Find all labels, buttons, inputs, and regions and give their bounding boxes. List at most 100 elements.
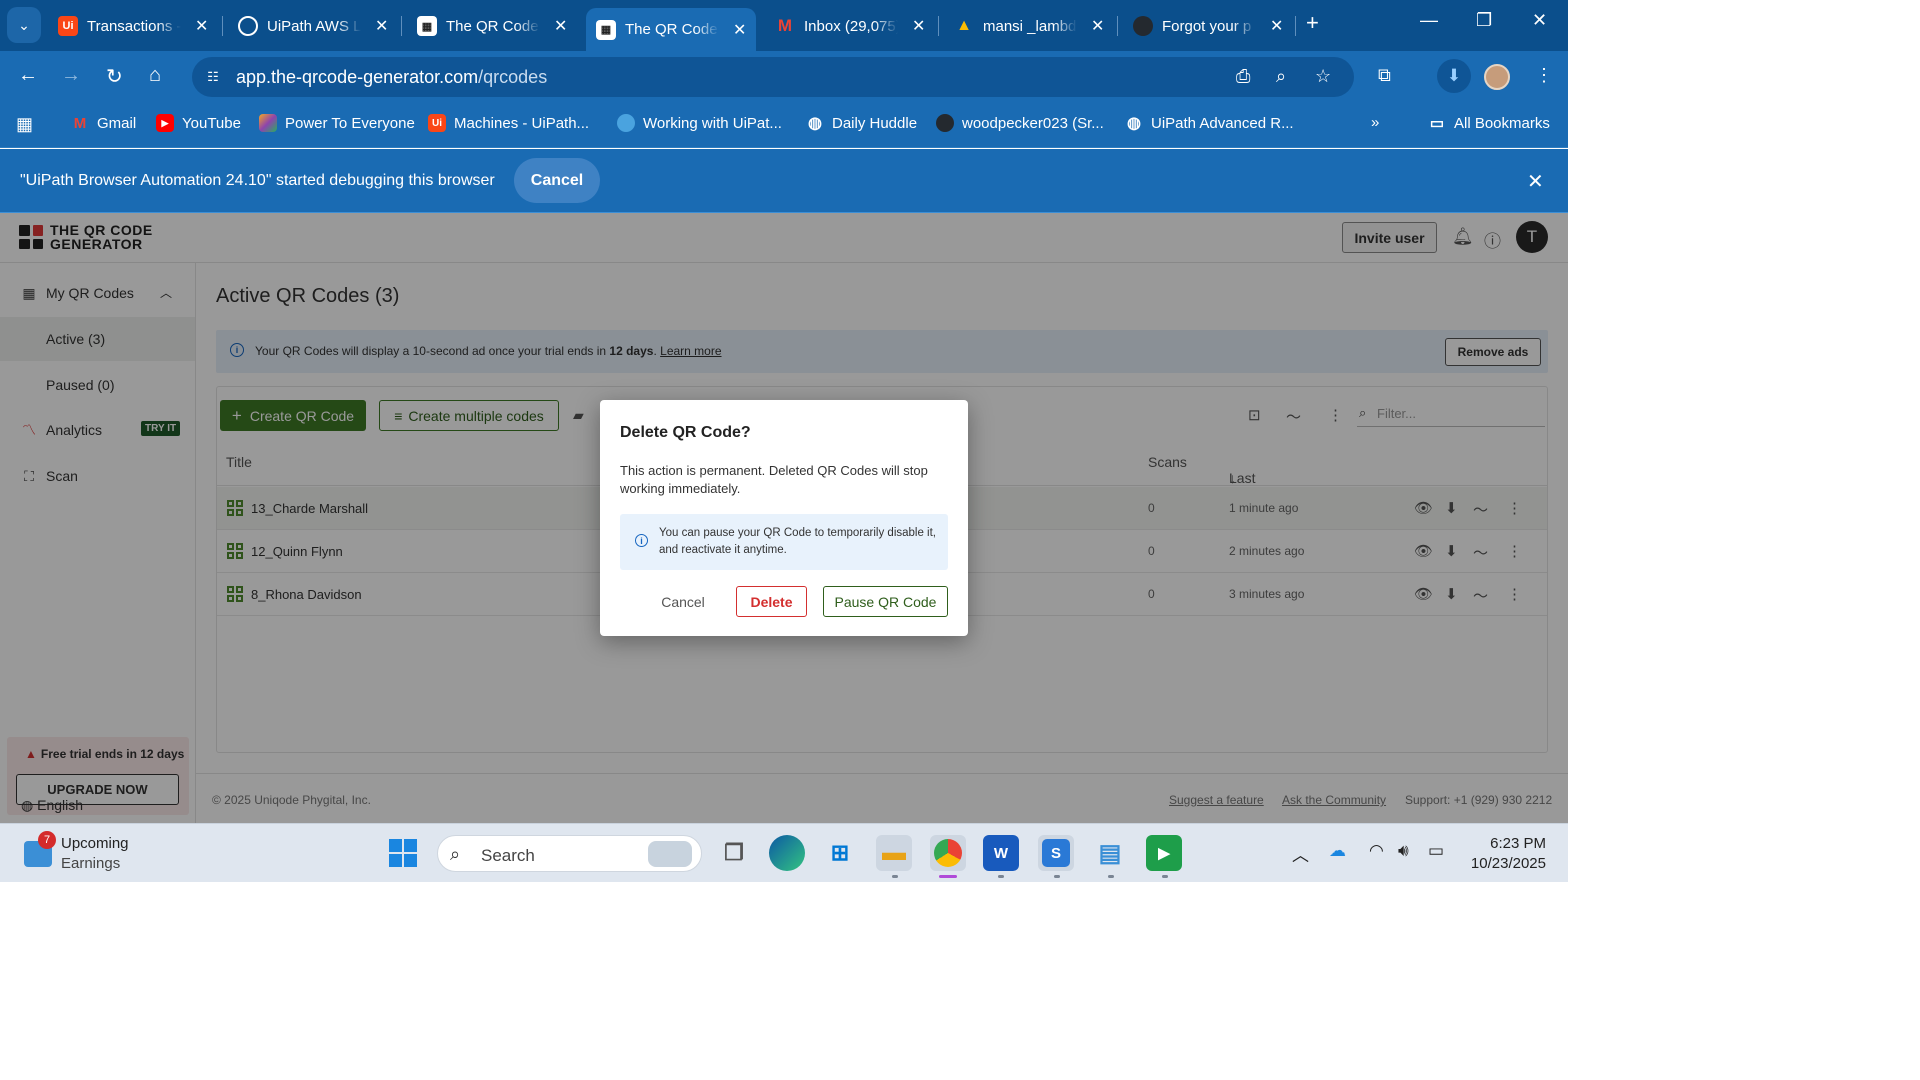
- bookmark-daily-huddle[interactable]: ◍ Daily Huddle: [806, 114, 917, 133]
- close-tab-icon[interactable]: ✕: [554, 16, 567, 36]
- widget-line-2: Earnings: [61, 855, 121, 872]
- more-bookmarks-chevron-icon[interactable]: »: [1371, 114, 1379, 131]
- tab-transactions[interactable]: Ui Transactions - ✕: [58, 8, 208, 44]
- tab-title: The QR Code G: [625, 21, 719, 38]
- tab-title: Inbox (29,075): [804, 17, 898, 35]
- chrome-icon[interactable]: [930, 835, 966, 871]
- windows-start-icon[interactable]: [389, 839, 417, 867]
- bookmarks-bar: ▦ M Gmail ▶ YouTube Power To Everyone Ui Ma…: [0, 103, 1568, 148]
- zoom-icon[interactable]: ⌕: [1276, 66, 1286, 87]
- bookmark-power[interactable]: Power To Everyone: [259, 114, 415, 132]
- notepad-icon[interactable]: ▤: [1092, 835, 1128, 871]
- running-indicator: [1108, 875, 1114, 878]
- running-indicator: [892, 875, 898, 878]
- power-icon: [259, 114, 277, 132]
- back-arrow-icon[interactable]: ←: [18, 64, 38, 87]
- new-tab-plus-icon[interactable]: +: [1306, 10, 1319, 36]
- bookmark-label: Working with UiPat...: [643, 114, 782, 132]
- bookmark-uipath-advanced[interactable]: ◍ UiPath Advanced R...: [1125, 114, 1294, 133]
- close-window-icon[interactable]: ✕: [1532, 10, 1547, 31]
- menu-kebab-icon[interactable]: ⋮: [1535, 65, 1553, 86]
- battery-icon[interactable]: ▭: [1428, 841, 1444, 861]
- url-path: /qrcodes: [478, 67, 548, 87]
- dialog-cancel-button[interactable]: Cancel: [650, 586, 716, 617]
- qrcode-icon: ▦: [417, 16, 437, 36]
- gmail-icon: M: [73, 114, 87, 132]
- close-tab-icon[interactable]: ✕: [375, 16, 388, 36]
- system-clock[interactable]: 6:23 PM 10/23/2025: [1466, 834, 1546, 874]
- tab-title: mansi _lambda: [983, 17, 1077, 35]
- tab-uipath-aws[interactable]: UiPath AWS La ✕: [238, 8, 388, 44]
- edge-icon[interactable]: [769, 835, 805, 871]
- minimize-icon[interactable]: —: [1420, 10, 1438, 31]
- volume-icon[interactable]: 🔊︎: [1398, 841, 1409, 861]
- close-tab-icon[interactable]: ✕: [912, 16, 925, 36]
- bookmark-working-uipath[interactable]: Working with UiPat...: [617, 114, 782, 132]
- windows-taskbar: 7 Upcoming Earnings ⌕ Search ❐ ⊞ ▬ W S ▤ …: [0, 823, 1568, 882]
- search-icon: ⌕: [450, 844, 461, 864]
- infobar-cancel-button[interactable]: Cancel: [514, 158, 600, 203]
- word-icon[interactable]: W: [983, 835, 1019, 871]
- bookmark-machines[interactable]: Ui Machines - UiPath...: [428, 114, 589, 132]
- bookmark-youtube[interactable]: ▶ YouTube: [156, 114, 241, 132]
- onedrive-icon[interactable]: ☁: [1329, 841, 1346, 861]
- address-bar[interactable]: ☷ app.the-qrcode-generator.com/qrcodes ⎙…: [192, 57, 1354, 97]
- all-bookmarks[interactable]: ▭ All Bookmarks: [1428, 114, 1550, 133]
- dialog-body: This action is permanent. Deleted QR Cod…: [620, 463, 928, 496]
- infobar-close-icon[interactable]: ✕: [1527, 169, 1544, 194]
- extensions-icon[interactable]: ⧉: [1378, 65, 1391, 86]
- tab-title: Transactions -: [87, 17, 181, 35]
- tab-github[interactable]: Forgot your p ✕: [1133, 8, 1283, 44]
- download-icon[interactable]: ⬇: [1437, 59, 1471, 93]
- clock-time: 6:23 PM: [1490, 835, 1546, 852]
- tab-title: Forgot your p: [1162, 17, 1252, 35]
- taskbar-search[interactable]: ⌕ Search: [437, 835, 702, 872]
- close-tab-icon[interactable]: ✕: [1270, 16, 1283, 36]
- tab-qr-code-active[interactable]: ▦ The QR Code G ✕: [586, 8, 756, 51]
- reload-icon[interactable]: ↻: [106, 64, 123, 89]
- bookmark-woodpecker[interactable]: woodpecker023 (Sr...: [936, 114, 1104, 132]
- close-tab-icon[interactable]: ✕: [733, 20, 746, 40]
- tab-search-chevron-icon[interactable]: ⌄: [7, 7, 41, 43]
- pause-tip: i You can pause your QR Code to temporar…: [620, 514, 948, 570]
- close-tab-icon[interactable]: ✕: [195, 16, 208, 36]
- github-icon: [1133, 16, 1153, 36]
- tab-title: UiPath AWS La: [267, 17, 361, 35]
- task-view-icon[interactable]: ❐: [716, 835, 752, 871]
- apps-grid-icon[interactable]: ▦: [16, 114, 33, 135]
- home-icon[interactable]: ⌂: [149, 64, 161, 87]
- bookmark-gmail[interactable]: M Gmail: [71, 114, 136, 132]
- file-explorer-icon[interactable]: ▬: [876, 835, 912, 871]
- url-text[interactable]: app.the-qrcode-generator.com/qrcodes: [236, 67, 547, 88]
- clock-date: 10/23/2025: [1470, 855, 1546, 872]
- show-hidden-icons-chevron-icon[interactable]: ︿: [1292, 841, 1309, 866]
- dialog-delete-button[interactable]: Delete: [736, 586, 807, 617]
- site-info-icon[interactable]: ☷: [202, 66, 224, 88]
- browser-toolbar: ← → ↻ ⌂ ☷ app.the-qrcode-generator.com/q…: [0, 51, 1568, 103]
- search-placeholder: Search: [481, 846, 535, 865]
- github-icon: [936, 114, 954, 132]
- search-highlight-image: [648, 841, 692, 867]
- media-player-icon[interactable]: ▶: [1146, 835, 1182, 871]
- restore-icon[interactable]: ❐: [1476, 10, 1492, 31]
- running-indicator: [1054, 875, 1060, 878]
- wifi-icon[interactable]: ◠: [1369, 841, 1384, 861]
- tab-inbox[interactable]: M Inbox (29,075) ✕: [775, 8, 926, 44]
- all-bookmarks-label: All Bookmarks: [1454, 114, 1550, 132]
- uipath-studio-icon[interactable]: S: [1038, 835, 1074, 871]
- close-tab-icon[interactable]: ✕: [1091, 16, 1104, 36]
- store-icon[interactable]: ⊞: [822, 835, 858, 871]
- pause-qr-code-button[interactable]: Pause QR Code: [823, 586, 948, 617]
- news-widget[interactable]: 7 Upcoming Earnings: [24, 831, 129, 874]
- forward-arrow-icon[interactable]: →: [61, 64, 81, 87]
- running-indicator: [998, 875, 1004, 878]
- bookmark-star-icon[interactable]: ☆: [1315, 66, 1331, 87]
- profile-avatar[interactable]: [1484, 64, 1510, 90]
- install-app-icon[interactable]: ⎙: [1236, 66, 1250, 87]
- tab-separator: [1117, 16, 1118, 36]
- tab-drive[interactable]: ▲ mansi _lambda ✕: [954, 8, 1104, 44]
- tab-separator: [1295, 16, 1296, 36]
- running-indicator: [1162, 875, 1168, 878]
- tab-qr-code-1[interactable]: ▦ The QR Code G ✕: [417, 8, 567, 44]
- debugging-infobar: "UiPath Browser Automation 24.10" starte…: [0, 149, 1568, 213]
